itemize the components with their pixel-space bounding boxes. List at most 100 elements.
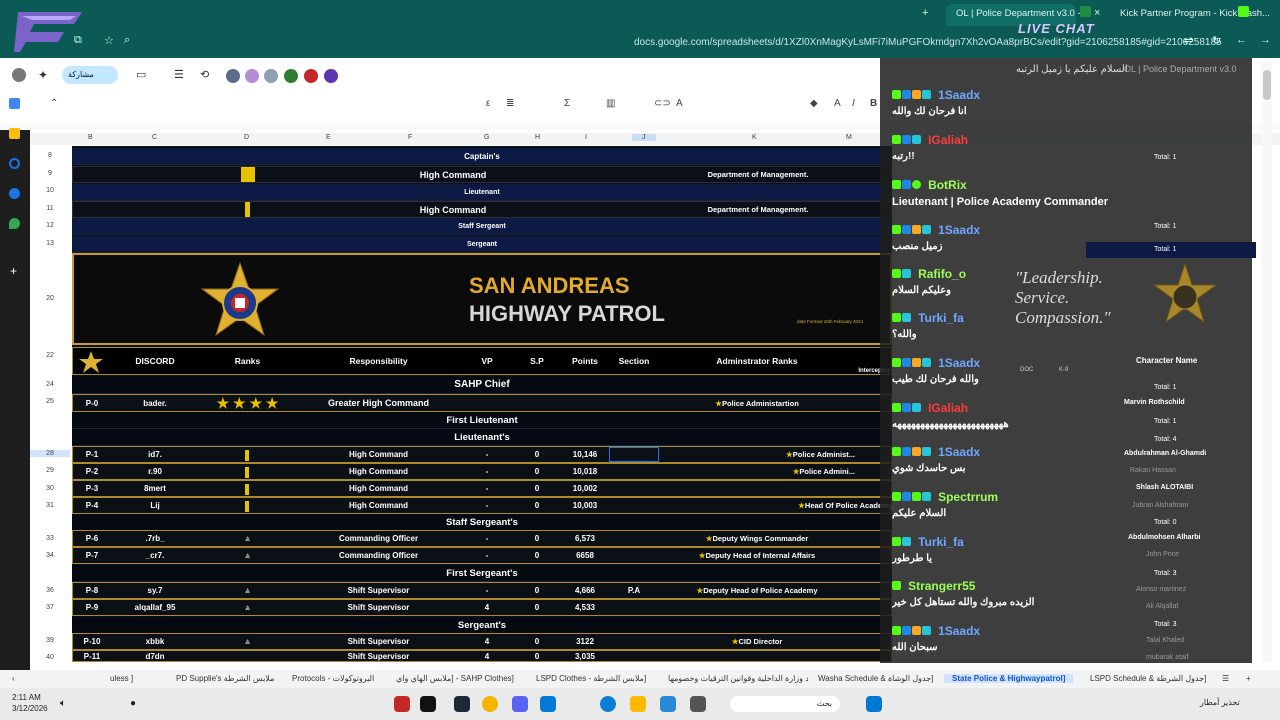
- collaborator-avatar[interactable]: [226, 69, 240, 83]
- app-icon[interactable]: [690, 696, 706, 712]
- scrollbar-thumb[interactable]: [1263, 70, 1271, 100]
- tasks-icon[interactable]: [9, 158, 20, 169]
- gemini-icon[interactable]: ✦: [38, 68, 48, 82]
- chrome-icon[interactable]: [482, 696, 498, 712]
- bold-icon[interactable]: B: [870, 98, 877, 109]
- edge-icon[interactable]: [600, 696, 616, 712]
- sheet-tab[interactable]: ملابس الهاي واي] - SAHP Clothes]: [396, 674, 514, 683]
- table-row[interactable]: High Command Department of Management.: [72, 166, 892, 183]
- reload-icon[interactable]: ↻: [1212, 34, 1221, 47]
- discord-icon[interactable]: [512, 696, 528, 712]
- forward-icon[interactable]: →: [1260, 34, 1271, 46]
- k9-column-label: K-9: [1059, 367, 1069, 373]
- table-row[interactable]: P-7 _cr7. ⩓ Commanding Officer - 0 6658 …: [72, 547, 892, 564]
- calendar-icon[interactable]: [9, 98, 20, 109]
- rank-bar-icon: [245, 450, 249, 461]
- share-button[interactable]: مشاركة: [62, 66, 118, 84]
- format-icon[interactable]: ε: [486, 98, 490, 109]
- tab-kick-partner[interactable]: Kick Partner Program - Kick Dash...: [1110, 4, 1270, 26]
- banner-title-line2: HIGHWAY PATROL: [469, 301, 665, 326]
- sheet-tab[interactable]: Washa Schedule & جدول الوشاة]: [818, 674, 933, 683]
- selected-cell[interactable]: [609, 447, 659, 462]
- video-call-icon[interactable]: ▭: [136, 68, 146, 81]
- clock[interactable]: 2:11 AM 3/12/2026: [12, 692, 48, 714]
- mic-icon[interactable]: ●: [130, 698, 136, 709]
- chart-icon[interactable]: ▥: [606, 98, 615, 109]
- start-icon[interactable]: [866, 696, 882, 712]
- banner-date: date Formed 26th February 2024: [797, 319, 864, 324]
- table-header: DISCORD Ranks Responsibility VP S.P Poin…: [72, 347, 892, 375]
- sheet-tab-active[interactable]: State Police & Highwaypatrol]: [944, 674, 1074, 683]
- keep-icon[interactable]: [9, 128, 20, 139]
- bookmark-star-icon[interactable]: ☆: [104, 34, 114, 47]
- app-icon[interactable]: [394, 696, 410, 712]
- table-row[interactable]: P-3 8mert High Command - 0 10,002: [72, 480, 892, 497]
- group-header: First Sergeant's: [72, 565, 892, 582]
- add-addon-icon[interactable]: +: [10, 264, 17, 278]
- table-row[interactable]: P-4 Lij High Command - 0 10,003 ★ Head Of…: [72, 497, 893, 514]
- maps-icon[interactable]: [9, 218, 20, 229]
- install-icon[interactable]: ⇌: [1184, 34, 1193, 47]
- avatar[interactable]: [12, 68, 26, 82]
- chevron-rank-icon: ⩓: [245, 550, 250, 560]
- four-stars-icon: ★ ★ ★ ★: [216, 395, 279, 411]
- sum-icon[interactable]: Σ: [564, 98, 570, 109]
- comment-icon[interactable]: ☰: [174, 68, 184, 81]
- right-column-totals: Total: 1 Total: 1 Total: 1 Character Nam…: [1086, 146, 1256, 661]
- fill-color-icon[interactable]: ◆: [810, 98, 818, 109]
- collapse-icon[interactable]: ⌃: [50, 98, 58, 109]
- font-color-icon[interactable]: A: [834, 98, 841, 109]
- close-tab-icon[interactable]: ×: [1094, 7, 1100, 19]
- weather-text: تحذير أمطار: [1200, 698, 1240, 707]
- collaborator-avatar[interactable]: [304, 69, 318, 83]
- search-icon[interactable]: ⌕: [124, 34, 130, 47]
- sheet-tab[interactable]: Protocols - البروتوكولات: [292, 674, 374, 683]
- doc-column-label: DOC: [1020, 367, 1034, 373]
- link-icon[interactable]: ⊂⊃: [654, 98, 671, 109]
- url-text[interactable]: docs.google.com/spreadsheets/d/1XZl0XnMa…: [634, 37, 1222, 48]
- steam-icon[interactable]: [454, 696, 470, 712]
- back-icon[interactable]: ←: [1236, 34, 1247, 46]
- collaborator-avatar[interactable]: [324, 69, 338, 83]
- align-icon[interactable]: ≣: [506, 98, 514, 109]
- all-sheets-icon[interactable]: ☰: [1222, 674, 1229, 683]
- chevron-rank-icon: ⩓: [245, 602, 250, 612]
- table-row: Captain's: [72, 148, 892, 165]
- chevron-rank-icon: ⩓: [245, 533, 250, 543]
- sheet-tab[interactable]: LSPD Schedule & جدول الشرطة]: [1090, 674, 1206, 683]
- table-row[interactable]: P-0 bader. ★ ★ ★ ★ Greater High Command …: [72, 394, 892, 412]
- volume-icon[interactable]: 🔈︎: [60, 698, 66, 709]
- sheet-tab[interactable]: LSPD Clothes - ملابس الشرطة]: [536, 674, 646, 683]
- table-row[interactable]: P-6 .7rb_ ⩓ Commanding Officer - 0 6,573…: [72, 530, 892, 547]
- scroll-tabs-left-icon[interactable]: ‹: [12, 674, 15, 683]
- table-row[interactable]: High Command Department of Management.: [72, 201, 892, 218]
- collaborator-avatar[interactable]: [284, 69, 298, 83]
- table-row[interactable]: P-11 d7dn Shift Supervisor 4 0 3,035: [72, 650, 892, 662]
- table-row[interactable]: P-2 r.90 High Command - 0 10,018 ★ Police…: [72, 463, 892, 480]
- vertical-scrollbar[interactable]: [1262, 62, 1272, 662]
- table-row[interactable]: P-9 alqallaf_95 ⩓ Shift Supervisor 4 0 4…: [72, 599, 892, 616]
- tab-search-icon[interactable]: ⧉: [74, 34, 82, 47]
- table-row[interactable]: P-1 id7. High Command - 0 10,146 ★ Police…: [72, 446, 892, 463]
- contacts-icon[interactable]: [9, 188, 20, 199]
- collaborator-avatar[interactable]: [264, 69, 278, 83]
- app-icon[interactable]: [540, 696, 556, 712]
- new-tab-icon[interactable]: +: [922, 7, 928, 19]
- windows-taskbar: 2:11 AM 3/12/2026 🔈︎ ● بحث تحذير أمطار: [0, 688, 1280, 720]
- app-icon[interactable]: [420, 696, 436, 712]
- table-row[interactable]: P-8 sy.7 ⩓ Shift Supervisor - 0 4,666 P.…: [72, 582, 892, 599]
- sheet-tab[interactable]: uless ]: [110, 674, 133, 683]
- table-row[interactable]: P-10 xbbk ⩓ Shift Supervisor 4 0 3122 ★ C…: [72, 633, 892, 650]
- app-icon[interactable]: [660, 696, 676, 712]
- text-color-icon[interactable]: A: [676, 98, 683, 109]
- italic-icon[interactable]: I: [852, 98, 855, 109]
- explorer-icon[interactable]: [630, 696, 646, 712]
- add-sheet-icon[interactable]: +: [1246, 674, 1251, 683]
- taskbar-search[interactable]: بحث: [730, 696, 840, 712]
- group-header: First Lieutenant: [72, 412, 892, 429]
- collaborator-avatar[interactable]: [245, 69, 259, 83]
- sheet-tab[interactable]: PD Supplie's ملابس الشرطة: [176, 674, 274, 683]
- sheet-tab[interactable]: بنود وزارة الداخلية وقوانين الترقيات وخص…: [668, 674, 808, 683]
- table-row: Sergeant: [72, 236, 892, 253]
- history-icon[interactable]: ⟲: [200, 68, 209, 81]
